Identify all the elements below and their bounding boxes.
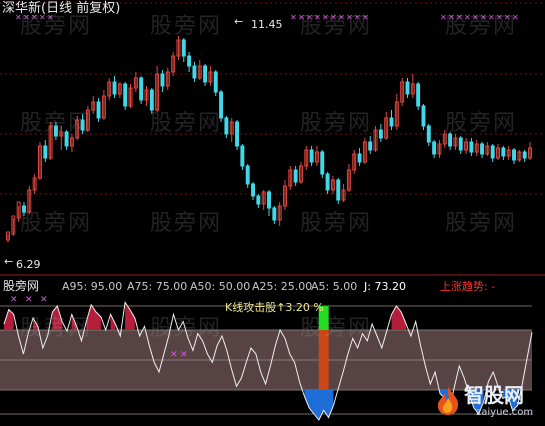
- candle-body: [490, 145, 495, 159]
- candle-body: [368, 141, 373, 151]
- brand-url: zaiyue.com: [476, 407, 534, 418]
- indicator-marker: ✕: [40, 295, 48, 305]
- candle-body: [160, 73, 165, 87]
- top-marker: ✕: [354, 13, 361, 22]
- top-marker: ✕: [338, 13, 345, 22]
- brand-name: 智股网: [464, 383, 524, 407]
- top-marker: ✕: [512, 13, 519, 22]
- candle-body: [469, 141, 474, 153]
- candle-body: [522, 151, 527, 159]
- top-marker: ✕: [472, 13, 479, 22]
- candle-body: [320, 151, 325, 175]
- j-value: J: 73.20: [364, 280, 406, 293]
- candle-body: [309, 149, 314, 163]
- candle-body: [448, 133, 453, 147]
- top-marker: ✕: [504, 13, 511, 22]
- candle-body: [123, 83, 128, 107]
- candle-body: [357, 153, 362, 163]
- top-marker: ✕: [464, 13, 471, 22]
- top-marker: ✕: [448, 13, 455, 22]
- brand-logo: 智股网 zaiyue.com: [434, 384, 542, 420]
- indicator-marker: ✕: [170, 350, 178, 360]
- signal-label: K线攻击股↑3.20 %: [225, 301, 324, 314]
- top-marker: ✕: [480, 13, 487, 22]
- candle-body: [64, 131, 69, 147]
- top-marker: ✕: [290, 13, 297, 22]
- candle-body: [426, 125, 431, 143]
- candle-body: [480, 143, 485, 155]
- candle-body: [187, 55, 192, 67]
- chart-stage: ✕ ✕ ✕ ✕ ✕ ✕ ✕ ✕ ✕ ✕ ✕ ✕ ✕ ✕ ✕ ✕ ✕ ✕ ✕ ✕ ✕ ✕ ✕ ✕ ✕ ✕ ✕ ✕ ✕ ✕ 深华新(日线 前…: [0, 0, 545, 422]
- indicator-marker: ✕: [180, 350, 188, 360]
- candle-body: [245, 165, 250, 185]
- candle-body: [219, 91, 224, 119]
- candle-body: [405, 81, 410, 95]
- top-marker: ✕: [322, 13, 329, 22]
- candle-body: [293, 169, 298, 183]
- candle-body: [389, 117, 394, 127]
- top-marker: ✕: [496, 13, 503, 22]
- candle-body: [203, 65, 208, 83]
- candle-body: [22, 205, 26, 213]
- candle-body: [501, 147, 506, 157]
- top-marker: ✕: [298, 13, 305, 22]
- candle-body: [149, 89, 154, 111]
- chart-svg: ✕ ✕ ✕ ✕ ✕ ✕ ✕ ✕ ✕ ✕ ✕ ✕ ✕ ✕ ✕ ✕ ✕ ✕ ✕ ✕ ✕ ✕ ✕ ✕ ✕ ✕ ✕ ✕✕ ✕: [0, 2, 545, 421]
- level-a50: A50: 50.00: [190, 280, 251, 293]
- low-price-label: 6.29: [16, 258, 41, 271]
- top-marker: ✕: [488, 13, 495, 22]
- candle-body: [213, 71, 218, 93]
- candle-body: [256, 195, 261, 205]
- trend-label: 上涨趋势: -: [440, 280, 496, 293]
- candle-body: [325, 173, 330, 191]
- candle-body: [224, 117, 229, 135]
- top-marker: ✕: [456, 13, 463, 22]
- top-marker: ✕: [440, 13, 447, 22]
- candle-body: [421, 105, 426, 127]
- candle-body: [432, 141, 437, 155]
- candle-body: [416, 83, 421, 107]
- candle-body: [235, 121, 240, 147]
- level-a95: A95: 95.00: [62, 280, 123, 293]
- high-price-label: 11.45: [251, 18, 283, 31]
- high-price-arrow: ←: [234, 15, 244, 28]
- candle-body: [336, 179, 341, 201]
- candle-body: [43, 145, 48, 159]
- top-marker: ✕: [330, 13, 337, 22]
- chart-title: 深华新(日线 前复权): [2, 1, 121, 16]
- top-marker: ✕: [306, 13, 313, 22]
- flame-icon: [437, 387, 459, 415]
- top-marker: ✕: [362, 13, 369, 22]
- top-marker: ✕: [346, 13, 353, 22]
- candle-body: [192, 65, 197, 79]
- candle-body: [96, 101, 101, 119]
- indicator-marker: ✕: [10, 295, 18, 305]
- candle-body: [181, 39, 186, 57]
- level-a75: A75: 75.00: [127, 280, 188, 293]
- top-marker: ✕: [314, 13, 321, 22]
- candle-body: [458, 137, 463, 151]
- indicator-name: 股旁网: [3, 279, 40, 293]
- candle-body: [512, 149, 516, 161]
- candle-body: [139, 77, 144, 101]
- candle-body: [112, 81, 117, 95]
- candle-body: [378, 129, 383, 139]
- candle-body: [80, 119, 85, 131]
- level-a25: A25: 25.00: [252, 280, 313, 293]
- candle-body: [272, 207, 277, 221]
- candle-body: [240, 145, 245, 167]
- indicator-marker: ✕: [25, 295, 33, 305]
- candle-body: [251, 183, 255, 197]
- level-a5: A5: 5.00: [311, 280, 358, 293]
- candle-body: [53, 125, 58, 137]
- candle-body: [267, 191, 271, 209]
- low-price-arrow: ←: [4, 255, 14, 268]
- signal-bar: [318, 330, 329, 390]
